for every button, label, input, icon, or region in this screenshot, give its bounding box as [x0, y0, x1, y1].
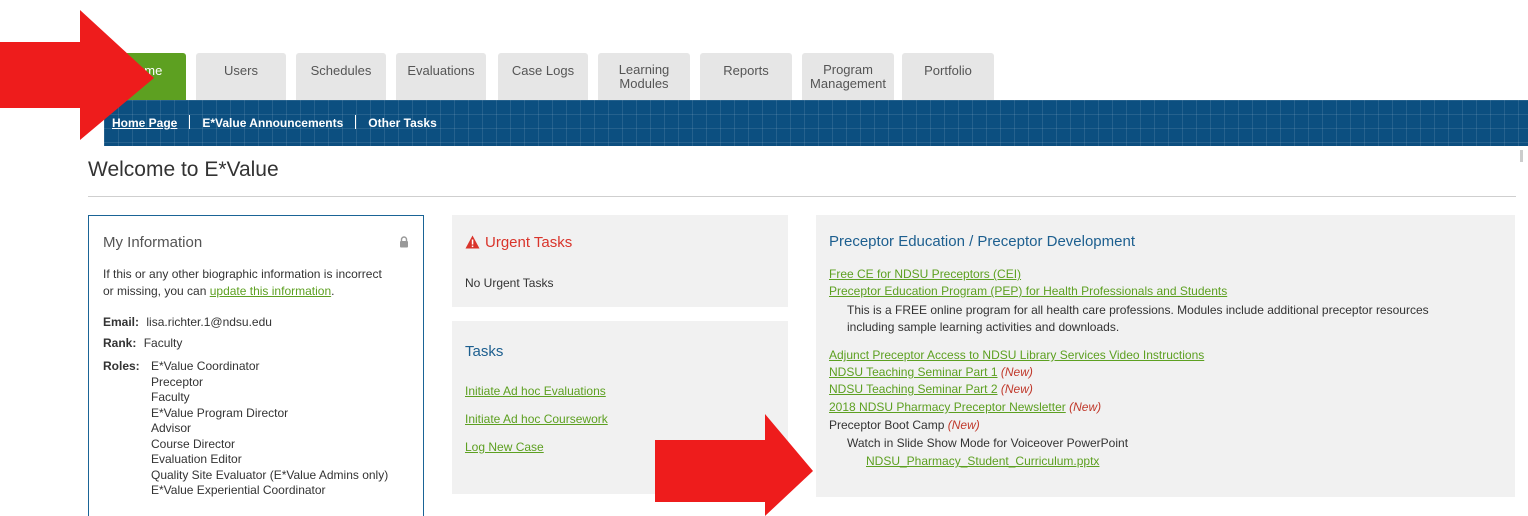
page-title: Welcome to E*Value: [88, 158, 279, 181]
urgent-tasks-title-text: Urgent Tasks: [485, 234, 573, 251]
role-item: Quality Site Evaluator (E*Value Admins o…: [151, 467, 389, 482]
boot-camp-row: Preceptor Boot Camp (New): [829, 417, 980, 434]
roles-list: E*Value Coordinator Preceptor Faculty E*…: [151, 359, 388, 499]
log-new-case-link[interactable]: Log New Case: [465, 439, 544, 456]
initiate-ad-hoc-coursework-link[interactable]: Initiate Ad hoc Coursework: [465, 411, 608, 428]
intro-prefix: or missing, you can: [103, 284, 210, 298]
title-divider: [88, 196, 1516, 197]
subnav-other-tasks[interactable]: Other Tasks: [368, 116, 436, 130]
role-item: Faculty: [151, 390, 190, 404]
rank-value: Faculty: [143, 336, 183, 350]
pep-program-link[interactable]: Preceptor Education Program (PEP) for He…: [829, 283, 1227, 300]
email-label: Email:: [103, 315, 140, 329]
role-item: Evaluation Editor: [151, 452, 242, 466]
sub-nav-links: Home Page E*Value Announcements Other Task…: [112, 115, 437, 130]
red-arrow-annotation-icon: [0, 10, 154, 140]
email-value: lisa.richter.1@ndsu.edu: [146, 315, 272, 329]
intro-suffix: .: [331, 284, 335, 298]
my-information-panel: My Information If this or any other biog…: [88, 215, 424, 516]
tab-label: Program: [823, 62, 873, 77]
my-information-title: My Information: [103, 234, 203, 251]
role-item: Course Director: [151, 436, 236, 451]
new-tag: (New): [1000, 382, 1033, 396]
watch-instructions: Watch in Slide Show Mode for Voiceover P…: [847, 436, 1129, 450]
role-item: E*Value Coordinator: [151, 359, 260, 373]
role-item: E*Value Program Director: [151, 405, 289, 420]
tab-label: Portfolio: [924, 63, 972, 78]
pep-description-line-2: including sample learning activities and…: [847, 320, 1120, 334]
tab-learning-modules[interactable]: Learning Modules: [598, 53, 690, 100]
tab-label: Users: [224, 63, 258, 78]
update-information-link[interactable]: update this information: [210, 284, 331, 298]
my-information-intro: If this or any other biographic informat…: [103, 266, 382, 300]
tab-label: Case Logs: [511, 63, 575, 78]
new-tag: (New): [947, 418, 980, 432]
tab-label: Evaluations: [407, 63, 475, 78]
rank-label: Rank:: [103, 336, 137, 350]
tab-label-line2: Management: [810, 76, 886, 91]
free-ce-link[interactable]: Free CE for NDSU Preceptors (CEI): [829, 266, 1021, 283]
initiate-ad-hoc-evaluations-link[interactable]: Initiate Ad hoc Evaluations: [465, 383, 606, 400]
email-row: Email: lisa.richter.1@ndsu.edu: [103, 314, 272, 331]
teaching-seminar-1-link[interactable]: NDSU Teaching Seminar Part 1: [829, 365, 998, 379]
library-services-link[interactable]: Adjunct Preceptor Access to NDSU Library…: [829, 347, 1204, 364]
pep-description-line-1: This is a FREE online program for all he…: [847, 303, 1429, 317]
preceptor-education-title: Preceptor Education / Preceptor Developm…: [829, 233, 1135, 250]
pep-description: This is a FREE online program for all he…: [847, 302, 1429, 336]
urgent-tasks-panel: Urgent Tasks No Urgent Tasks: [452, 215, 788, 307]
subnav-separator: [189, 115, 191, 129]
roles-label: Roles:: [103, 359, 140, 373]
tab-label: Schedules: [310, 63, 372, 78]
urgent-tasks-title: Urgent Tasks: [465, 234, 572, 251]
subnav-announcements[interactable]: E*Value Announcements: [202, 116, 343, 130]
tasks-title: Tasks: [465, 343, 504, 360]
tab-label: Learning: [618, 62, 670, 77]
new-tag: (New): [1069, 400, 1102, 414]
rank-row: Rank: Faculty: [103, 335, 182, 352]
seminar-2-row: NDSU Teaching Seminar Part 2 (New): [829, 381, 1033, 398]
scrollbar-thumb[interactable]: [1520, 150, 1523, 162]
no-urgent-tasks-text: No Urgent Tasks: [465, 276, 554, 290]
tab-schedules[interactable]: Schedules: [296, 53, 386, 100]
tab-evaluations[interactable]: Evaluations: [396, 53, 486, 100]
intro-line-1: If this or any other biographic informat…: [103, 267, 382, 281]
sub-navigation-bar: Home Page E*Value Announcements Other Task…: [104, 100, 1528, 146]
preceptor-education-panel: Preceptor Education / Preceptor Developm…: [816, 215, 1515, 497]
tab-portfolio[interactable]: Portfolio: [902, 53, 994, 100]
role-item: E*Value Experiential Coordinator: [151, 483, 326, 497]
tab-label: Reports: [723, 63, 769, 78]
role-item: Advisor: [151, 421, 192, 435]
seminar-1-row: NDSU Teaching Seminar Part 1 (New): [829, 364, 1033, 381]
tab-case-logs[interactable]: Case Logs: [498, 53, 588, 100]
subnav-separator: [355, 115, 357, 129]
warning-icon: [465, 235, 480, 249]
intro-line-2: or missing, you can update this informat…: [103, 283, 382, 300]
tab-label-line2: Modules: [619, 76, 669, 91]
new-tag: (New): [1000, 365, 1033, 379]
tab-users[interactable]: Users: [196, 53, 286, 100]
curriculum-pptx-link[interactable]: NDSU_Pharmacy_Student_Curriculum.pptx: [866, 453, 1099, 470]
tab-reports[interactable]: Reports: [700, 53, 792, 100]
red-arrow-annotation-icon: [655, 414, 813, 516]
pharmacy-newsletter-link[interactable]: 2018 NDSU Pharmacy Preceptor Newsletter: [829, 400, 1066, 414]
lock-icon: [400, 236, 408, 248]
tab-program-management[interactable]: Program Management: [802, 53, 894, 100]
newsletter-row: 2018 NDSU Pharmacy Preceptor Newsletter …: [829, 399, 1101, 416]
teaching-seminar-2-link[interactable]: NDSU Teaching Seminar Part 2: [829, 382, 998, 396]
role-item: Preceptor: [151, 374, 204, 389]
boot-camp-text: Preceptor Boot Camp: [829, 418, 945, 432]
